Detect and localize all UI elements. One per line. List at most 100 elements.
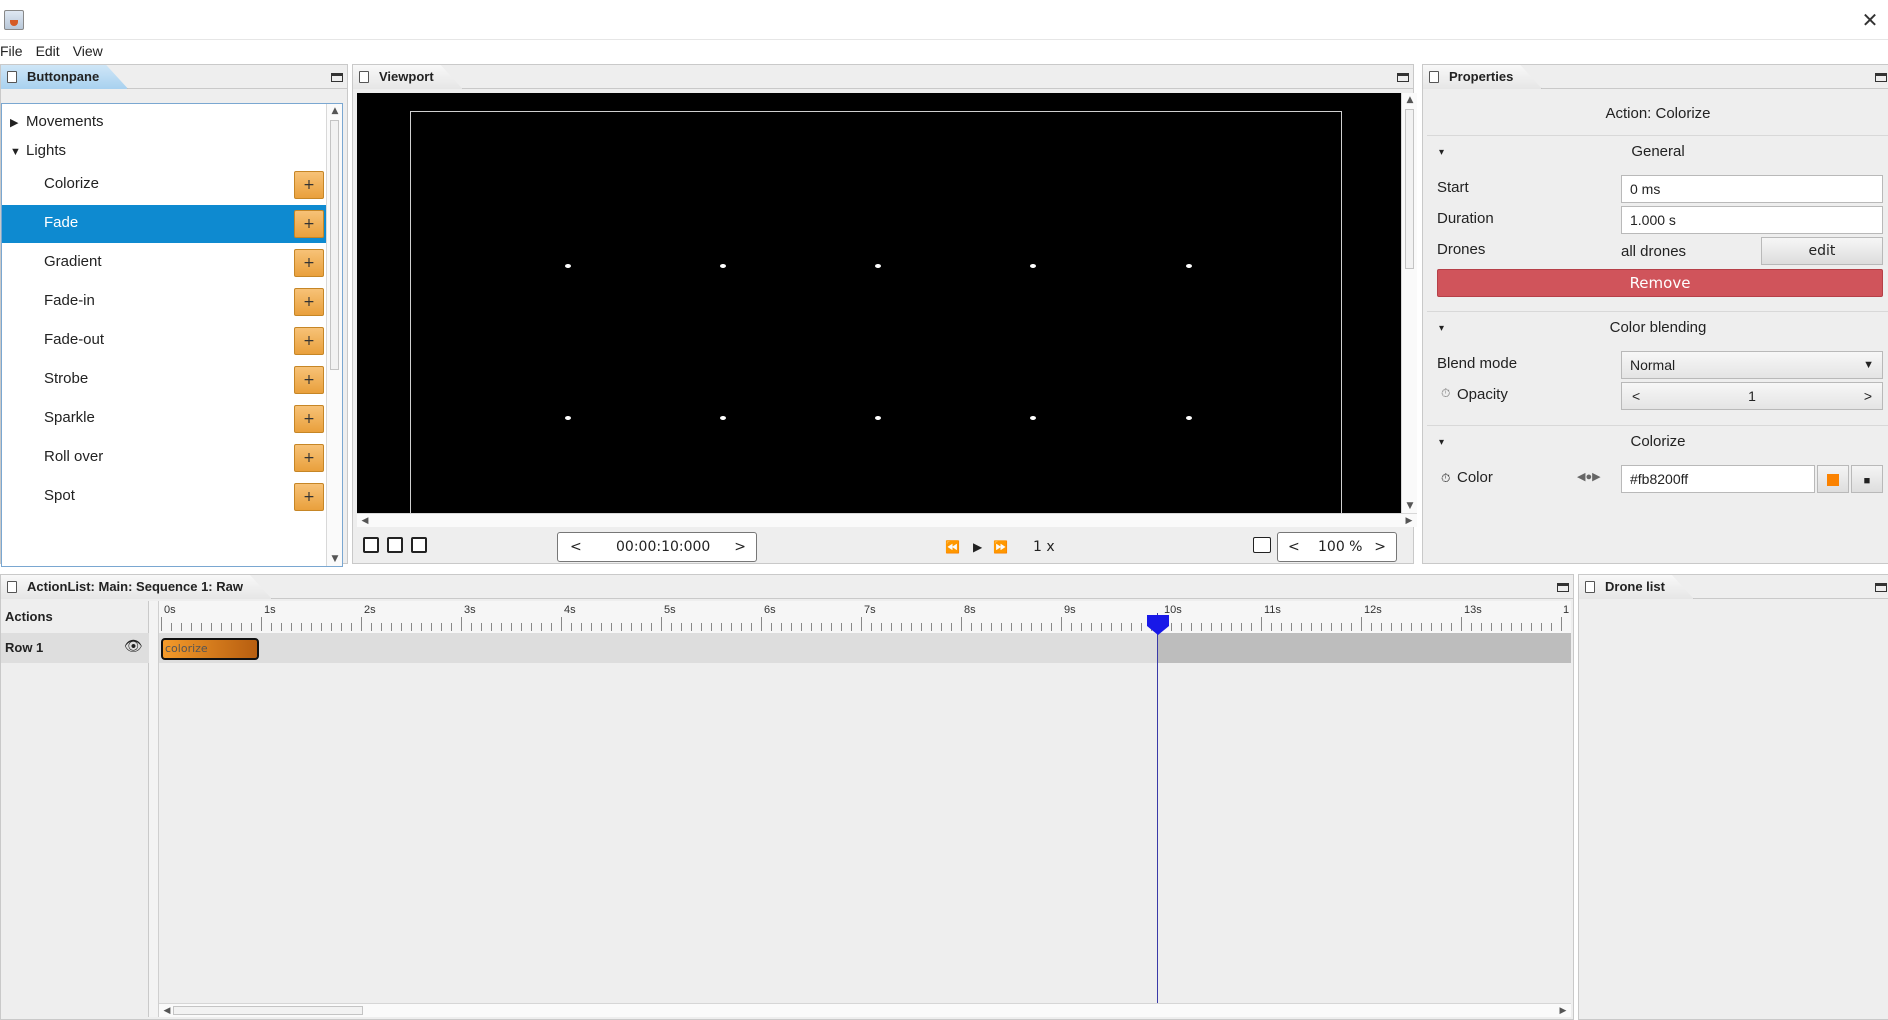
expand-arrow-icon[interactable]: ▶: [10, 109, 26, 137]
zoom-in-button[interactable]: >: [1374, 532, 1386, 562]
close-window-button[interactable]: ✕: [1856, 6, 1884, 34]
maximize-icon[interactable]: [1557, 583, 1569, 592]
tick-mark: [1021, 623, 1022, 631]
view-front-icon[interactable]: [363, 537, 379, 553]
add-sparkle-button[interactable]: +: [294, 405, 324, 433]
scroll-thumb[interactable]: [330, 120, 339, 370]
timer-icon[interactable]: ⏱: [1441, 386, 1450, 401]
add-strobe-button[interactable]: +: [294, 366, 324, 394]
playback-speed[interactable]: 1 x: [1033, 532, 1055, 562]
viewport-canvas[interactable]: [357, 93, 1401, 513]
add-spot-button[interactable]: +: [294, 483, 324, 511]
tree-item-spot[interactable]: Spot +: [2, 478, 326, 516]
row-1-track-after-playhead[interactable]: [1157, 633, 1571, 663]
maximize-icon[interactable]: [1397, 73, 1409, 82]
action-title: Action: Colorize: [1605, 105, 1711, 122]
tree-item-sparkle[interactable]: Sparkle +: [2, 400, 326, 438]
timeline-horizontal-scrollbar[interactable]: ◀ ▶: [159, 1003, 1571, 1017]
drone-dot[interactable]: [565, 416, 571, 420]
scroll-up-icon[interactable]: ▲: [1402, 93, 1418, 107]
tree-group-movements[interactable]: ▶ Movements: [10, 108, 104, 136]
play-icon[interactable]: ▶: [973, 532, 982, 562]
add-roll-over-button[interactable]: +: [294, 444, 324, 472]
scroll-up-icon[interactable]: ▲: [327, 104, 342, 118]
edit-drones-button[interactable]: edit: [1761, 237, 1883, 265]
remove-action-button[interactable]: Remove: [1437, 269, 1883, 297]
time-next-button[interactable]: >: [734, 532, 746, 562]
scroll-down-icon[interactable]: ▼: [1402, 499, 1418, 513]
drone-dot[interactable]: [875, 264, 881, 268]
timeline[interactable]: 0s 1s 2s 3s 4s 5s 6s 7s 8s 9s 10s 11s 12…: [159, 601, 1571, 1017]
start-field[interactable]: 0 ms: [1621, 175, 1883, 203]
timer-icon[interactable]: ⏱: [1441, 471, 1450, 486]
add-colorize-button[interactable]: +: [294, 171, 324, 199]
drone-dot[interactable]: [1030, 416, 1036, 420]
add-fade-out-button[interactable]: +: [294, 327, 324, 355]
tree-item-roll-over[interactable]: Roll over +: [2, 439, 326, 477]
drone-dot[interactable]: [1030, 264, 1036, 268]
scroll-down-icon[interactable]: ▼: [327, 552, 342, 566]
drone-dot[interactable]: [1186, 264, 1192, 268]
drone-dot[interactable]: [565, 264, 571, 268]
maximize-icon[interactable]: [1875, 73, 1887, 82]
tree-item-fade-out[interactable]: Fade-out +: [2, 322, 326, 360]
scroll-right-icon[interactable]: ▶: [1401, 514, 1417, 528]
view-top-icon[interactable]: [411, 537, 427, 553]
color-field[interactable]: #fb8200ff: [1621, 465, 1815, 493]
add-gradient-button[interactable]: +: [294, 249, 324, 277]
buttonpane-scrollbar[interactable]: ▲ ▼: [326, 104, 342, 566]
scroll-thumb[interactable]: [1405, 109, 1414, 269]
tab-viewport[interactable]: Viewport: [353, 65, 463, 89]
maximize-icon[interactable]: [1875, 583, 1887, 592]
color-picker-button[interactable]: [1817, 465, 1849, 493]
drone-dot[interactable]: [1186, 416, 1192, 420]
drone-list-body: [1579, 601, 1888, 1017]
tree-item-colorize[interactable]: Colorize +: [2, 166, 326, 204]
tree-item-fade-in[interactable]: Fade-in +: [2, 283, 326, 321]
tick-mark: [791, 623, 792, 631]
tick-mark: [1451, 623, 1452, 631]
menu-view[interactable]: View: [73, 40, 108, 62]
menu-file[interactable]: File: [0, 40, 28, 62]
tree-item-strobe[interactable]: Strobe +: [2, 361, 326, 399]
fast-forward-icon[interactable]: ⏩: [993, 532, 1008, 562]
menu-edit[interactable]: Edit: [36, 40, 65, 62]
tab-drone-list[interactable]: Drone list: [1579, 575, 1694, 599]
drone-dot[interactable]: [875, 416, 881, 420]
rewind-icon[interactable]: ⏪: [945, 532, 960, 562]
delete-color-button[interactable]: ■: [1851, 465, 1883, 493]
viewport-vertical-scrollbar[interactable]: ▲ ▼: [1401, 93, 1417, 513]
tab-properties[interactable]: Properties: [1423, 65, 1542, 89]
add-fade-button[interactable]: +: [294, 210, 324, 238]
scroll-thumb[interactable]: [173, 1006, 363, 1015]
tick-mark: [1371, 623, 1372, 631]
time-ruler[interactable]: 0s 1s 2s 3s 4s 5s 6s 7s 8s 9s 10s 11s 12…: [159, 601, 1571, 633]
drone-dot[interactable]: [720, 416, 726, 420]
opacity-increment-button[interactable]: >: [1864, 383, 1872, 409]
scroll-left-icon[interactable]: ◀: [357, 514, 373, 528]
fit-view-icon[interactable]: [1253, 537, 1271, 553]
view-side-icon[interactable]: [387, 537, 403, 553]
add-fade-in-button[interactable]: +: [294, 288, 324, 316]
zoom-out-button[interactable]: <: [1288, 532, 1300, 562]
drone-dot[interactable]: [720, 264, 726, 268]
keyframe-nav-icon[interactable]: ◀●▶: [1577, 470, 1601, 483]
maximize-icon[interactable]: [331, 73, 343, 82]
action-block-colorize[interactable]: colorize: [161, 638, 259, 660]
time-prev-button[interactable]: <: [570, 532, 582, 562]
tab-buttonpane[interactable]: Buttonpane: [1, 65, 128, 89]
tree-item-fade[interactable]: Fade +: [2, 205, 326, 243]
opacity-stepper[interactable]: < 1 >: [1621, 382, 1883, 410]
scroll-right-icon[interactable]: ▶: [1555, 1004, 1571, 1018]
visibility-eye-icon[interactable]: 👁: [124, 637, 143, 655]
tree-group-lights[interactable]: ▼ Lights: [10, 137, 66, 165]
collapse-arrow-icon[interactable]: ▼: [10, 138, 26, 166]
duration-field[interactable]: 1.000 s: [1621, 206, 1883, 234]
blend-mode-select[interactable]: Normal ▼: [1621, 351, 1883, 379]
tree-item-gradient[interactable]: Gradient +: [2, 244, 326, 282]
viewport-horizontal-scrollbar[interactable]: ◀ ▶: [357, 513, 1417, 527]
row-header-1[interactable]: Row 1 👁: [1, 633, 149, 663]
split-pane-divider[interactable]: [149, 601, 159, 1017]
tab-action-list[interactable]: ActionList: Main: Sequence 1: Raw: [1, 575, 272, 599]
general-heading: General: [1631, 143, 1685, 160]
